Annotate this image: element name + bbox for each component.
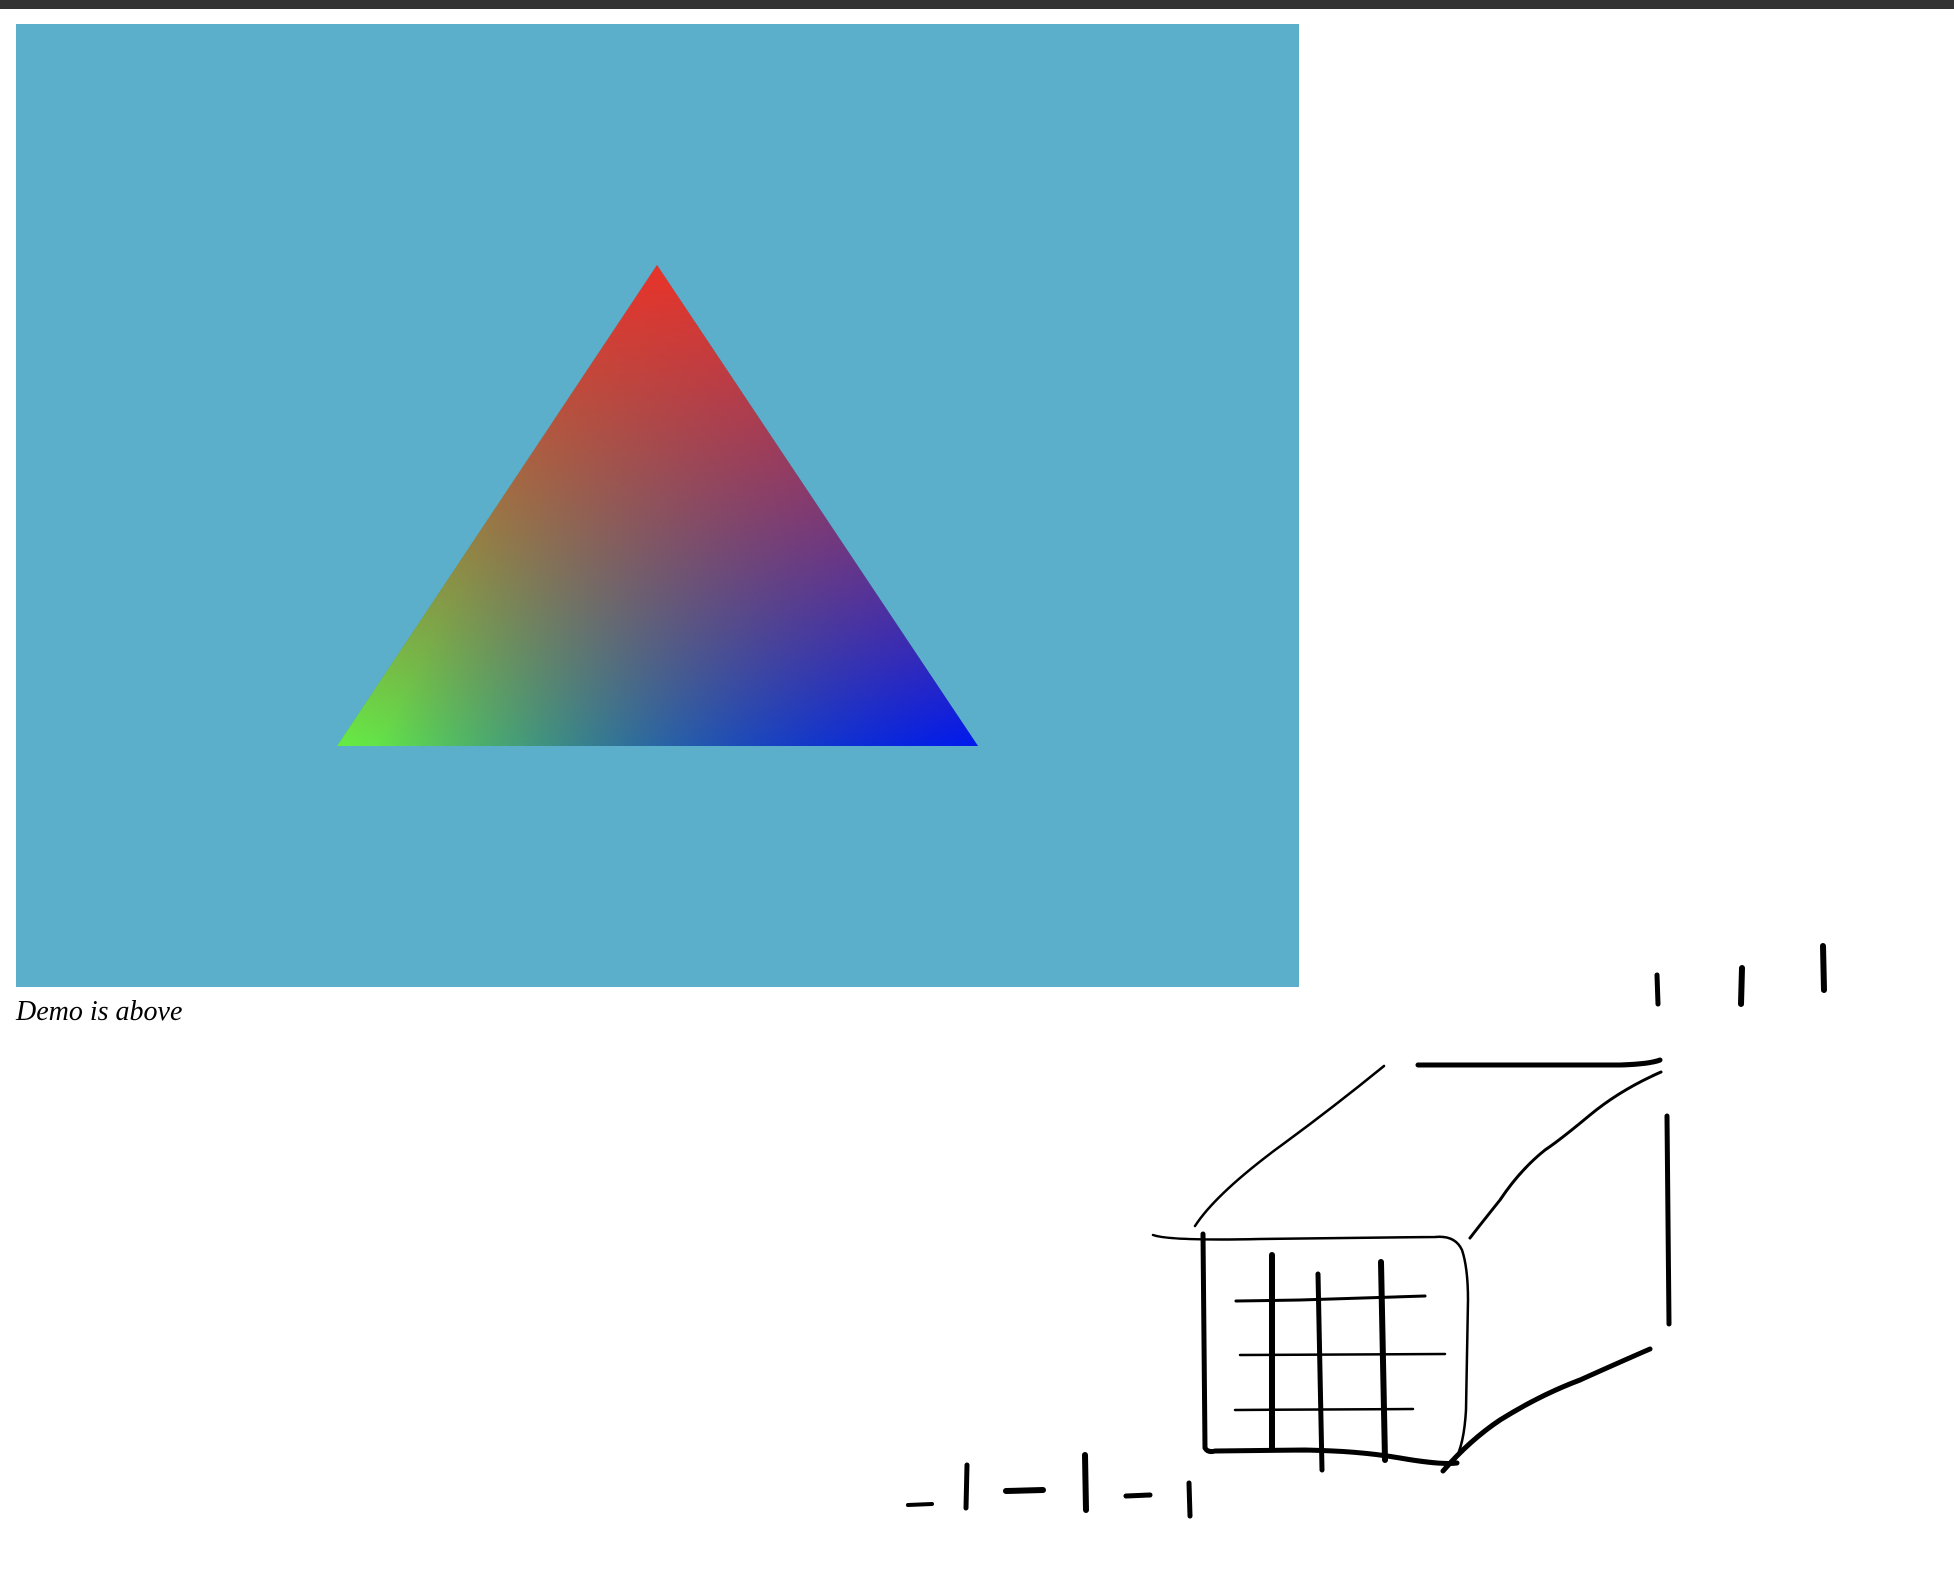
webgl-canvas[interactable] (16, 24, 1299, 987)
top-bar (0, 0, 1954, 9)
demo-caption: Demo is above (16, 996, 183, 1027)
gradient-triangle (337, 265, 978, 746)
